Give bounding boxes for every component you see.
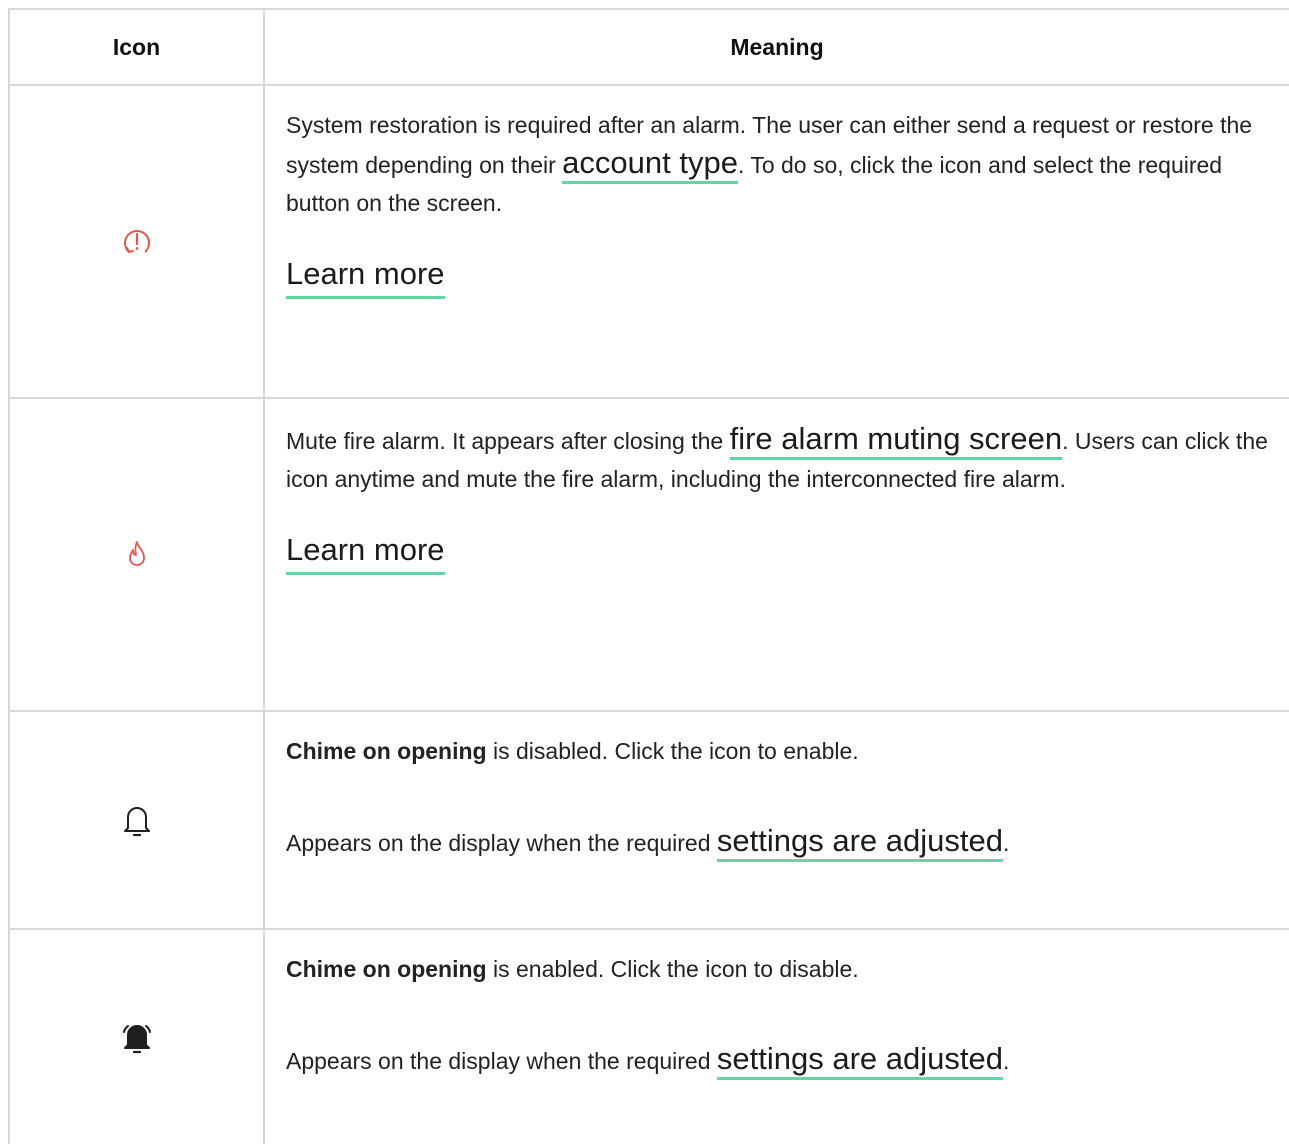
table-row-icon-cell: [10, 399, 263, 710]
bell-ringing-icon[interactable]: [119, 1019, 155, 1055]
fire-icon[interactable]: [119, 537, 155, 573]
table-row-icon-cell: [10, 930, 263, 1144]
row-description-line1: Chime on opening is disabled. Click the …: [286, 738, 859, 764]
account-type-link[interactable]: account type: [562, 145, 738, 184]
settings-adjusted-link[interactable]: settings are adjusted: [716, 1041, 1003, 1080]
fire-alarm-muting-screen-link[interactable]: fire alarm muting screen: [729, 421, 1063, 460]
column-divider: [263, 8, 265, 1144]
table-row-meaning-cell: Mute fire alarm. It appears after closin…: [286, 420, 1276, 575]
table-row-meaning-cell: Chime on opening is enabled. Click the i…: [286, 950, 1276, 1080]
row-description-line2: Appears on the display when the required…: [286, 822, 1276, 862]
learn-more-link[interactable]: Learn more: [286, 530, 445, 575]
row-description-line1: Chime on opening is enabled. Click the i…: [286, 956, 859, 982]
row-description: Mute fire alarm. It appears after closin…: [286, 421, 1268, 492]
table-row-icon-cell: [10, 86, 263, 397]
row-description: System restoration is required after an …: [286, 112, 1253, 216]
chime-setting-name: Chime on opening: [286, 956, 487, 982]
table-row-meaning-cell: Chime on opening is disabled. Click the …: [286, 732, 1276, 862]
header-meaning-column: Meaning: [730, 33, 824, 60]
learn-more-link[interactable]: Learn more: [286, 254, 445, 299]
table-row-meaning-cell: System restoration is required after an …: [286, 106, 1276, 299]
settings-adjusted-link[interactable]: settings are adjusted: [716, 823, 1003, 862]
table-row-icon-cell: [10, 712, 263, 928]
header-icon-column: Icon: [112, 33, 161, 60]
row-description-line2: Appears on the display when the required…: [286, 1040, 1276, 1080]
chime-setting-name: Chime on opening: [286, 738, 487, 764]
bell-outline-icon[interactable]: [121, 802, 153, 838]
alarm-restore-icon[interactable]: [117, 222, 157, 262]
